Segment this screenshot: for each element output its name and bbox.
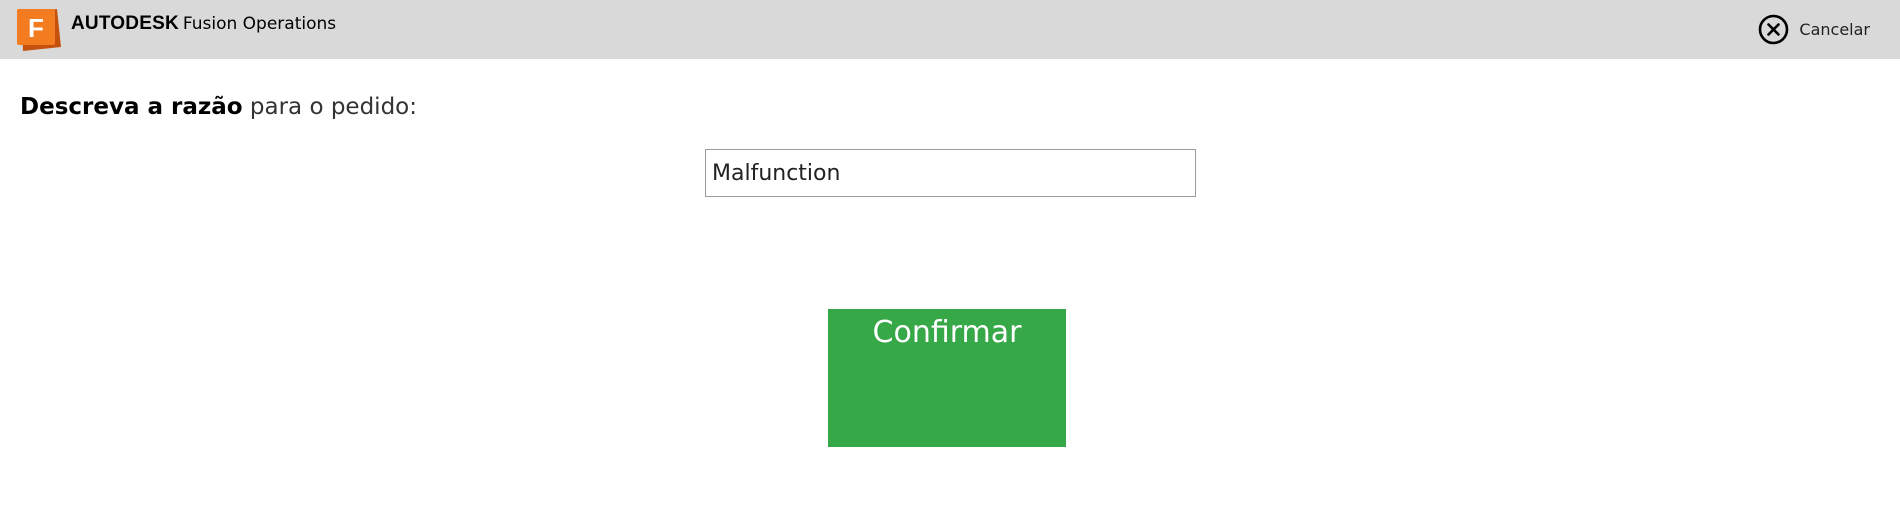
reason-input[interactable] <box>705 149 1196 197</box>
cancel-button[interactable]: Cancelar <box>1758 14 1870 44</box>
cancel-label: Cancelar <box>1799 19 1870 39</box>
prompt-rest: para o pedido: <box>249 94 417 120</box>
reason-prompt: Descreva a razão para o pedido: <box>20 94 417 120</box>
close-circle-icon <box>1759 14 1789 44</box>
brand-product: Fusion Operations <box>182 14 337 34</box>
fusion-operations-logo-icon: F <box>17 9 61 51</box>
brand-company: AUTODESK <box>71 13 179 34</box>
app-header: F AUTODESK Fusion Operations Cancelar <box>0 0 1900 59</box>
svg-text:F: F <box>28 13 44 43</box>
confirm-button[interactable]: Confirmar <box>828 309 1066 447</box>
prompt-strong: Descreva a razão <box>20 94 243 120</box>
brand-title: AUTODESK Fusion Operations <box>71 13 336 35</box>
